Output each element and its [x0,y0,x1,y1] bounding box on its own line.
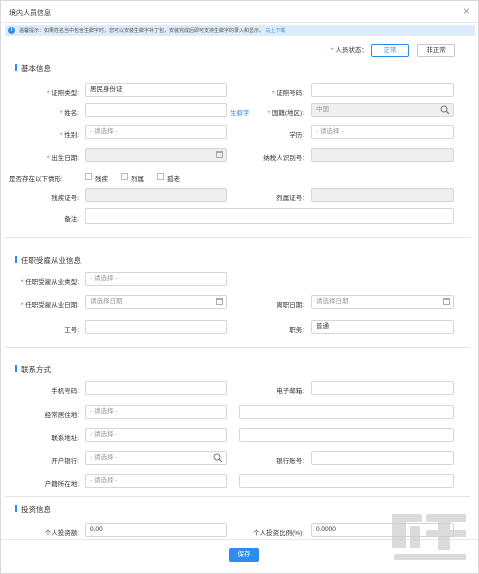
leave-date-label: 离职日期: [276,302,304,309]
calendar-icon [443,298,450,305]
country-select[interactable]: 中国 [311,103,454,117]
martyr-no-label: 烈属证号: [276,195,304,202]
household-detail-input[interactable] [239,474,454,488]
watermark-logo [392,514,466,560]
country-label: * 国籍(地区): [267,110,304,117]
household-select[interactable]: - 请选择 - [85,474,227,488]
name-input[interactable] [85,103,227,117]
disabled-checkbox[interactable] [85,173,92,180]
country-value: 中国 [316,106,329,113]
section-investment: 投资信息 [15,505,51,514]
calendar-icon [216,298,223,305]
id-type-label: * 证照类型: [46,90,79,97]
id-type-select[interactable]: 居民身份证 [85,83,227,97]
taxpayer-id-input[interactable] [311,148,454,162]
notice-text: 温馨提示：如果姓名当中包含生僻字时，您可以安装生僻字补丁包，安装完成后即可支持生… [19,28,265,34]
bank-label: 开户银行: [51,458,79,465]
invest-ratio-label: 个人投资比例(%): [253,530,304,537]
education-label: 学历: [289,132,304,139]
rare-char-link[interactable]: 生僻字 [230,107,250,117]
position-select[interactable]: 普通 [311,320,454,334]
gender-label: * 性别: [59,132,79,139]
title-bar: 境内人员信息 × [1,1,478,23]
notice-bar: i 温馨提示：如果姓名当中包含生僻字时，您可以安装生僻字补丁包，安装完成后即可支… [5,25,475,36]
education-select[interactable]: - 请选择 - [311,125,454,139]
taxpayer-id-label: 纳税人识别号: [263,155,304,162]
account-label: 银行账号: [276,458,304,465]
divider [5,496,470,497]
disabled-option-label: 残疾 [95,176,108,183]
calendar-icon [216,151,223,158]
gender-select[interactable]: - 请选择 - [85,125,227,139]
status-abnormal-button[interactable]: 非正常 [417,44,455,57]
phone-input[interactable] [85,381,227,395]
disability-no-input[interactable] [85,188,227,202]
phone-label: 手机号码: [51,388,79,395]
remark-label: 备注: [64,216,79,223]
martyr-no-input[interactable] [311,188,454,202]
dialog-window: 境内人员信息 × i 温馨提示：如果姓名当中包含生僻字时，您可以安装生僻字补丁包… [0,0,479,574]
special-case-label: 是否存在以下情形: [9,176,63,183]
residence-detail-input[interactable] [239,405,454,419]
employment-date-input[interactable]: 请选择日期 [85,295,227,309]
work-no-label: 工号: [64,327,79,334]
employment-type-label: * 任职受雇从业类型: [20,279,79,286]
save-button[interactable]: 保存 [229,548,259,562]
residence-label: 经常居住地: [44,412,79,419]
divider [5,347,470,348]
id-number-label: * 证照号码: [271,90,304,97]
dialog-title: 境内人员信息 [9,10,51,17]
section-employment: 任职受雇从业信息 [15,256,81,265]
work-no-input[interactable] [85,320,227,334]
download-link[interactable]: 马上下载 [265,28,285,34]
person-status-label: * 人员状态： [331,47,368,54]
employment-type-select[interactable]: - 请选择 - [85,272,227,286]
email-label: 电子邮箱: [276,388,304,395]
email-input[interactable] [311,381,454,395]
search-icon[interactable] [440,105,450,115]
martyr-checkbox[interactable] [121,173,128,180]
disability-no-label: 残疾证号: [51,195,79,202]
invest-amount-label: 个人投资额: [44,530,79,537]
bank-select[interactable]: - 请选择 - [85,451,227,465]
status-normal-button[interactable]: 正常 [371,44,409,57]
elderly-option-label: 孤老 [167,176,180,183]
residence-select[interactable]: - 请选择 - [85,405,227,419]
remark-input[interactable] [85,208,454,224]
search-icon[interactable] [213,453,223,463]
section-contact: 联系方式 [15,365,51,374]
name-label: * 姓名: [59,110,79,117]
household-label: 户籍所在地: [44,481,79,488]
section-basic: 基本信息 [15,64,51,73]
address-select[interactable]: - 请选择 - [85,428,227,442]
leave-date-input[interactable]: 请选择日期 [311,295,454,309]
employment-date-label: * 任职受雇从业日期: [20,302,79,309]
account-input[interactable] [311,451,454,465]
invest-amount-input[interactable]: 0.00 [85,523,227,537]
birth-date-input[interactable] [85,148,227,162]
position-label: 职务: [289,327,304,334]
martyr-option-label: 烈属 [131,176,144,183]
close-icon[interactable]: × [463,4,470,18]
divider [5,237,470,238]
info-icon: i [8,27,15,34]
id-number-input[interactable] [311,83,454,97]
address-label: 联系地址: [51,435,79,442]
elderly-checkbox[interactable] [157,173,164,180]
birth-date-label: * 出生日期: [46,155,79,162]
address-detail-input[interactable] [239,428,454,442]
